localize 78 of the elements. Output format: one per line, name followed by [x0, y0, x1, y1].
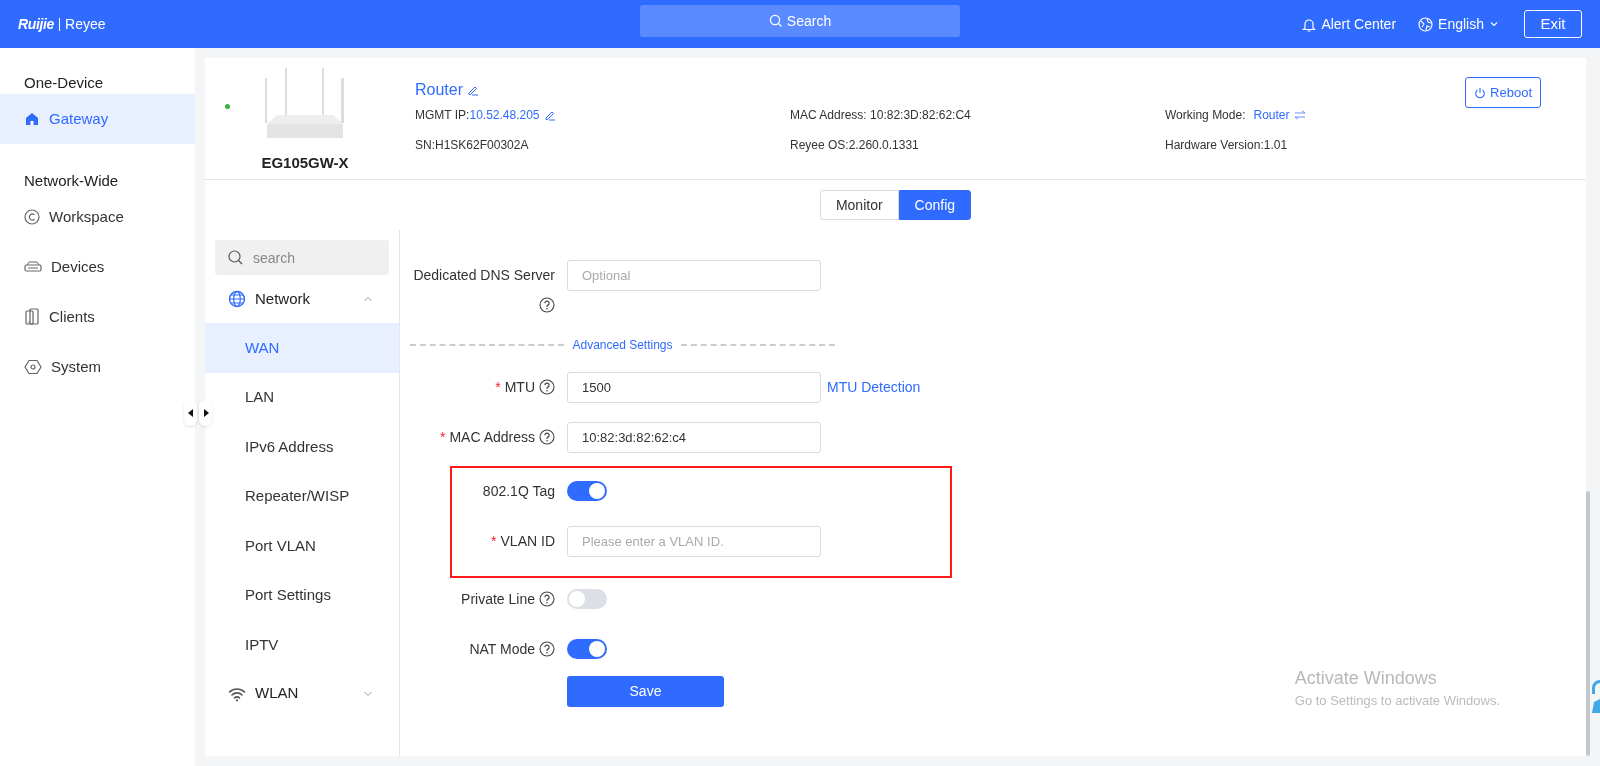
- toggle-switch[interactable]: [567, 589, 607, 609]
- advanced-settings-link[interactable]: Advanced Settings: [564, 336, 681, 354]
- required-asterisk: *: [491, 533, 497, 549]
- field-label: NAT Mode: [469, 641, 535, 657]
- menu-item[interactable]: LAN: [205, 372, 399, 422]
- nav-item[interactable]: Gateway: [0, 94, 195, 144]
- device-name: Router: [415, 80, 464, 100]
- alert-center-link[interactable]: Alert Center: [1302, 13, 1397, 35]
- section-heading: Network-Wide: [23, 171, 120, 191]
- input-field[interactable]: Please enter a VLAN ID.: [567, 526, 821, 557]
- phone-icon: [24, 308, 40, 326]
- chevron-down-icon: [1489, 19, 1499, 29]
- field-label: Dedicated DNS Server: [413, 267, 555, 283]
- nav-item[interactable]: System: [0, 342, 195, 392]
- os-version-text: Reyee OS:2.260.0.1331: [790, 137, 920, 154]
- menu-item[interactable]: IPv6 Address: [205, 422, 399, 472]
- required-asterisk: *: [495, 379, 501, 395]
- menu-item[interactable]: Port VLAN: [205, 521, 399, 571]
- tab[interactable]: Monitor: [819, 190, 899, 220]
- field-label: MTU: [504, 379, 535, 395]
- language-dropdown[interactable]: English: [1418, 13, 1499, 35]
- toggle-switch[interactable]: [567, 639, 607, 659]
- home-icon: [24, 111, 40, 127]
- toggle-switch[interactable]: [567, 481, 607, 501]
- bell-icon: [1302, 16, 1317, 32]
- section-heading: One-Device: [23, 73, 105, 93]
- input-field[interactable]: 1500: [567, 372, 821, 403]
- hexagon-icon: [24, 359, 42, 375]
- activation-message: Go to Settings to activate Windows.: [1294, 691, 1500, 710]
- reboot-button[interactable]: Reboot: [1465, 77, 1541, 108]
- collapse-left-button[interactable]: [184, 400, 197, 426]
- save-button[interactable]: Save: [567, 676, 724, 707]
- activation-title: Activate Windows: [1294, 666, 1438, 689]
- triangle-right-icon: [202, 409, 209, 417]
- pencil-icon: [543, 109, 556, 121]
- menu-group[interactable]: WLAN: [205, 669, 399, 718]
- swap-arrows-icon: [1293, 110, 1306, 120]
- serial-number-text: SN:H1SK62F00302A: [415, 137, 530, 154]
- nav-item[interactable]: Clients: [0, 292, 195, 342]
- exit-button[interactable]: Exit: [1524, 10, 1582, 38]
- hardware-version-text: Hardware Version:1.01: [1165, 137, 1289, 154]
- product-logo: Reyee: [65, 14, 106, 34]
- working-mode-link[interactable]: Router: [1253, 106, 1306, 124]
- globe-icon: [228, 290, 246, 308]
- menu-group[interactable]: Network: [205, 275, 399, 323]
- wifi-icon: [228, 685, 246, 702]
- expand-right-button[interactable]: [199, 400, 212, 426]
- brand-logo: Ruijie: [18, 14, 55, 34]
- mac-address-text: MAC Address: 10:82:3D:82:62:C4: [790, 107, 972, 124]
- nav-item[interactable]: Devices: [0, 242, 195, 292]
- menu-item[interactable]: Repeater/WISP: [205, 471, 399, 521]
- field-label: VLAN ID: [500, 533, 555, 549]
- search-icon: [768, 14, 783, 28]
- nav-item[interactable]: Workspace: [0, 192, 195, 242]
- tab[interactable]: Config: [898, 190, 972, 220]
- globe-icon: [1418, 16, 1434, 32]
- menu-item[interactable]: WAN: [205, 323, 399, 373]
- power-icon: [1474, 86, 1487, 99]
- menu-item[interactable]: Port Settings: [205, 570, 399, 620]
- search-icon: [228, 250, 243, 265]
- chevron-up-icon: [363, 294, 373, 304]
- ip-link[interactable]: 10.52.48.205: [469, 106, 540, 124]
- triangle-left-icon: [187, 409, 194, 417]
- field-label: Private Line: [461, 591, 535, 607]
- mtu-detection-link[interactable]: MTU Detection: [827, 372, 921, 403]
- field-label: 802.1Q Tag: [482, 483, 555, 499]
- switch-icon: [24, 259, 42, 275]
- field-label: Working Mode:: [1165, 107, 1246, 124]
- search-field[interactable]: search: [215, 240, 389, 275]
- input-field[interactable]: Optional: [567, 260, 821, 291]
- field-label: MAC Address: [449, 429, 535, 445]
- field-label: MGMT IP:: [415, 107, 470, 124]
- input-field[interactable]: 10:82:3d:82:62:c4: [567, 422, 821, 453]
- required-asterisk: *: [439, 429, 446, 445]
- device-model: EG105GW-X: [261, 153, 349, 173]
- menu-item[interactable]: IPTV: [205, 620, 399, 670]
- pencil-icon: [467, 84, 480, 96]
- circled-c-icon: [24, 209, 40, 225]
